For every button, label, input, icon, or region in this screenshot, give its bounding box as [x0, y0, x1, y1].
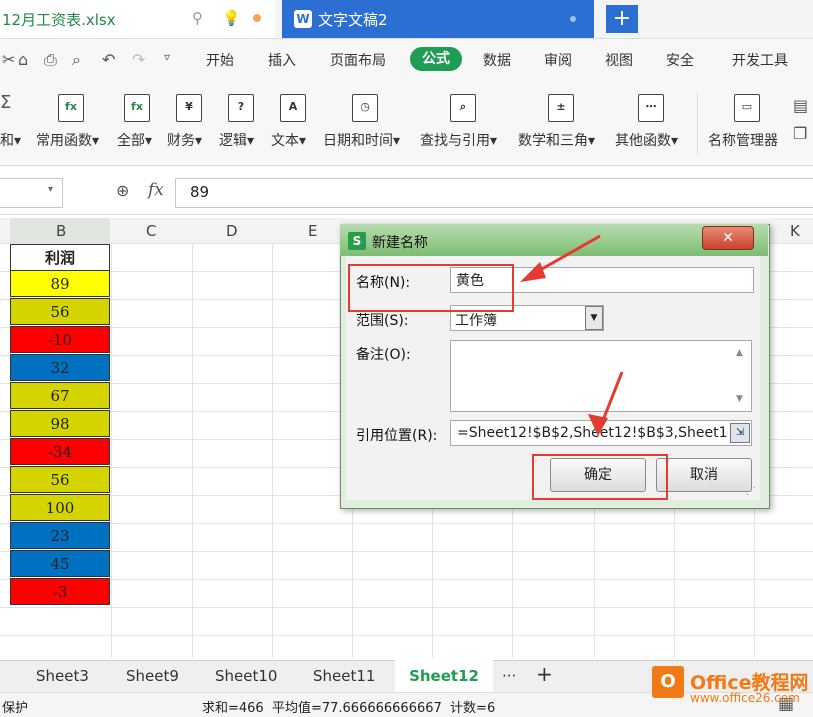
- watermark-url: www.office26.com: [690, 691, 800, 705]
- office26-logo: O: [652, 666, 684, 698]
- annotation-arrowhead-name: [520, 262, 546, 282]
- annotation-arrows: [520, 234, 624, 436]
